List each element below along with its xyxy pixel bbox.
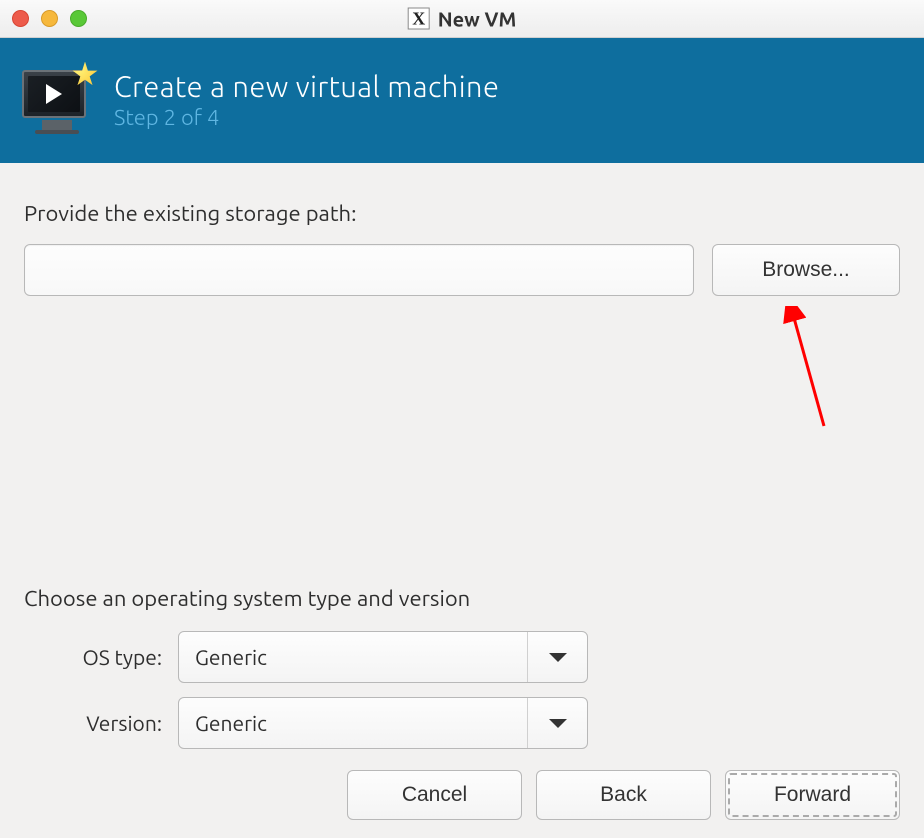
browse-button[interactable]: Browse...: [712, 244, 900, 296]
storage-path-input[interactable]: [24, 244, 694, 296]
header-banner: Create a new virtual machine Step 2 of 4: [0, 38, 924, 163]
version-value: Generic: [179, 711, 527, 735]
os-type-label: OS type:: [24, 645, 178, 669]
cancel-button[interactable]: Cancel: [347, 770, 522, 820]
storage-path-label: Provide the existing storage path:: [24, 201, 900, 226]
forward-button[interactable]: Forward: [725, 770, 900, 820]
os-type-value: Generic: [179, 645, 527, 669]
window-controls: [12, 10, 87, 27]
version-label: Version:: [24, 711, 178, 735]
new-vm-icon: [22, 66, 92, 136]
storage-path-row: Browse...: [24, 244, 900, 296]
maximize-window-button[interactable]: [70, 10, 87, 27]
version-combo[interactable]: Generic: [178, 697, 588, 749]
chevron-down-icon: [527, 698, 587, 748]
minimize-window-button[interactable]: [41, 10, 58, 27]
page-title: Create a new virtual machine: [114, 71, 499, 103]
os-type-combo[interactable]: Generic: [178, 631, 588, 683]
x11-app-icon: X: [408, 8, 430, 30]
window-title: New VM: [438, 7, 517, 30]
x11-icon-label: X: [412, 8, 425, 29]
footer-buttons: Cancel Back Forward: [0, 766, 924, 838]
titlebar: X New VM: [0, 0, 924, 38]
close-window-button[interactable]: [12, 10, 29, 27]
chevron-down-icon: [527, 632, 587, 682]
os-type-row: OS type: Generic: [24, 631, 900, 683]
page-step: Step 2 of 4: [114, 105, 499, 130]
back-button[interactable]: Back: [536, 770, 711, 820]
os-section-label: Choose an operating system type and vers…: [24, 586, 900, 611]
window-title-group: X New VM: [408, 7, 517, 30]
content-area: Provide the existing storage path: Brows…: [0, 163, 924, 749]
version-row: Version: Generic: [24, 697, 900, 749]
